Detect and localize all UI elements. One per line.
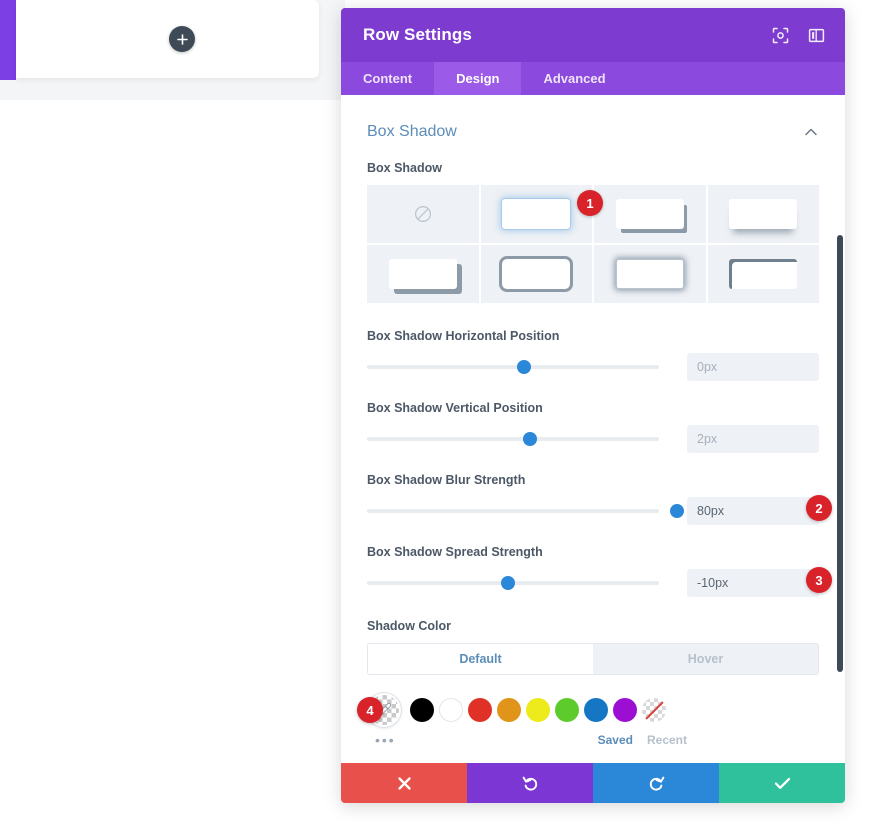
slider-label: Box Shadow Vertical Position — [367, 401, 543, 415]
input-vertical-position[interactable] — [687, 425, 819, 453]
box-shadow-section-header[interactable]: Box Shadow — [367, 95, 819, 147]
modal-title: Row Settings — [363, 25, 472, 44]
preset-glow[interactable] — [480, 185, 592, 243]
slider-field-vertical-position: Box Shadow Vertical Position — [367, 401, 819, 453]
swatch-purple[interactable] — [613, 698, 637, 722]
box-shadow-label: Box Shadow — [367, 161, 443, 175]
redo-button[interactable] — [593, 763, 719, 803]
swatch-black[interactable] — [410, 698, 434, 722]
shadow-color-state-tabs: Default Hover — [367, 643, 819, 675]
swatch-green[interactable] — [555, 698, 579, 722]
recent-colors-tab[interactable]: Recent — [647, 733, 687, 747]
modal-tabs: Content Design Advanced — [341, 62, 845, 95]
empty-row-card[interactable] — [16, 0, 319, 78]
callout-badge-3: 3 — [806, 567, 832, 593]
section-color-strip — [0, 0, 16, 80]
swatch-red[interactable] — [468, 698, 492, 722]
slider-label: Box Shadow Spread Strength — [367, 545, 543, 559]
preset-inset-corner[interactable] — [707, 245, 819, 303]
slider-field-spread-strength: Box Shadow Spread Strength 3 — [367, 545, 832, 597]
preset-bottom-blur[interactable] — [707, 185, 819, 243]
layout-panel-icon[interactable] — [805, 24, 827, 46]
preset-offset-hard[interactable] — [594, 185, 706, 243]
modal-body: Box Shadow Box Shadow Box Shadow Horizon… — [341, 95, 845, 763]
focus-icon[interactable] — [769, 24, 791, 46]
box-shadow-field: Box Shadow — [367, 161, 819, 303]
swatch-blue[interactable] — [584, 698, 608, 722]
saved-colors-tab[interactable]: Saved — [598, 733, 633, 747]
slider-track-spread-strength[interactable] — [367, 572, 687, 594]
check-icon — [774, 777, 790, 789]
swatch-white[interactable] — [439, 698, 463, 722]
slider-field-blur-strength: Box Shadow Blur Strength 2 — [367, 473, 832, 525]
swatch-orange[interactable] — [497, 698, 521, 722]
section-title: Box Shadow — [367, 123, 457, 140]
slider-label: Box Shadow Blur Strength — [367, 473, 526, 487]
color-swatch-row — [367, 693, 819, 727]
slider-knob-horizontal-position[interactable] — [516, 360, 531, 374]
slider-track-blur-strength[interactable] — [367, 500, 687, 522]
swatch-none[interactable] — [642, 698, 666, 722]
no-shadow-icon — [414, 205, 431, 223]
modal-scrollbar-thumb[interactable] — [837, 235, 843, 672]
state-tab-default[interactable]: Default — [368, 644, 593, 674]
redo-icon — [649, 776, 664, 791]
row-settings-modal: Row Settings Content Design Advanced Box… — [341, 8, 845, 803]
preset-none[interactable] — [367, 185, 479, 243]
preset-corner-hard[interactable] — [367, 245, 479, 303]
slider-knob-blur-strength[interactable] — [670, 504, 685, 518]
save-button[interactable] — [719, 763, 845, 803]
chevron-up-icon[interactable] — [803, 124, 819, 140]
close-icon — [397, 776, 411, 790]
shadow-color-field: Shadow Color Default Hover — [367, 619, 819, 675]
cancel-button[interactable] — [341, 763, 467, 803]
slider-field-horizontal-position: Box Shadow Horizontal Position — [367, 329, 819, 381]
undo-icon — [522, 776, 537, 791]
preset-soft-all[interactable] — [594, 245, 706, 303]
add-module-button[interactable] — [169, 26, 195, 52]
slider-knob-spread-strength[interactable] — [500, 576, 515, 590]
undo-button[interactable] — [467, 763, 593, 803]
callout-badge-1: 1 — [577, 190, 603, 216]
modal-footer — [341, 763, 845, 803]
slider-knob-vertical-position[interactable] — [523, 432, 538, 446]
slider-track-vertical-position[interactable] — [367, 428, 687, 450]
input-spread-strength[interactable] — [687, 569, 819, 597]
slider-label: Box Shadow Horizontal Position — [367, 329, 560, 343]
preset-outline-thick[interactable] — [480, 245, 592, 303]
callout-badge-2: 2 — [806, 495, 832, 521]
input-blur-strength[interactable] — [687, 497, 819, 525]
plus-icon — [176, 33, 188, 45]
color-swatch-area: 4 ••• Saved Recent — [357, 693, 819, 749]
input-horizontal-position[interactable] — [687, 353, 819, 381]
shadow-color-label: Shadow Color — [367, 619, 452, 633]
more-colors-button[interactable]: ••• — [375, 732, 396, 748]
tab-content[interactable]: Content — [341, 62, 434, 95]
header-icon-group — [769, 24, 827, 46]
tab-design[interactable]: Design — [434, 62, 522, 95]
callout-badge-4: 4 — [357, 697, 383, 723]
modal-header: Row Settings — [341, 8, 845, 62]
state-tab-hover[interactable]: Hover — [593, 644, 818, 674]
tab-advanced[interactable]: Advanced — [521, 62, 627, 95]
swatch-yellow[interactable] — [526, 698, 550, 722]
builder-canvas — [0, 0, 345, 100]
swatch-sub-row: ••• Saved Recent — [367, 731, 819, 749]
slider-track-horizontal-position[interactable] — [367, 356, 687, 378]
